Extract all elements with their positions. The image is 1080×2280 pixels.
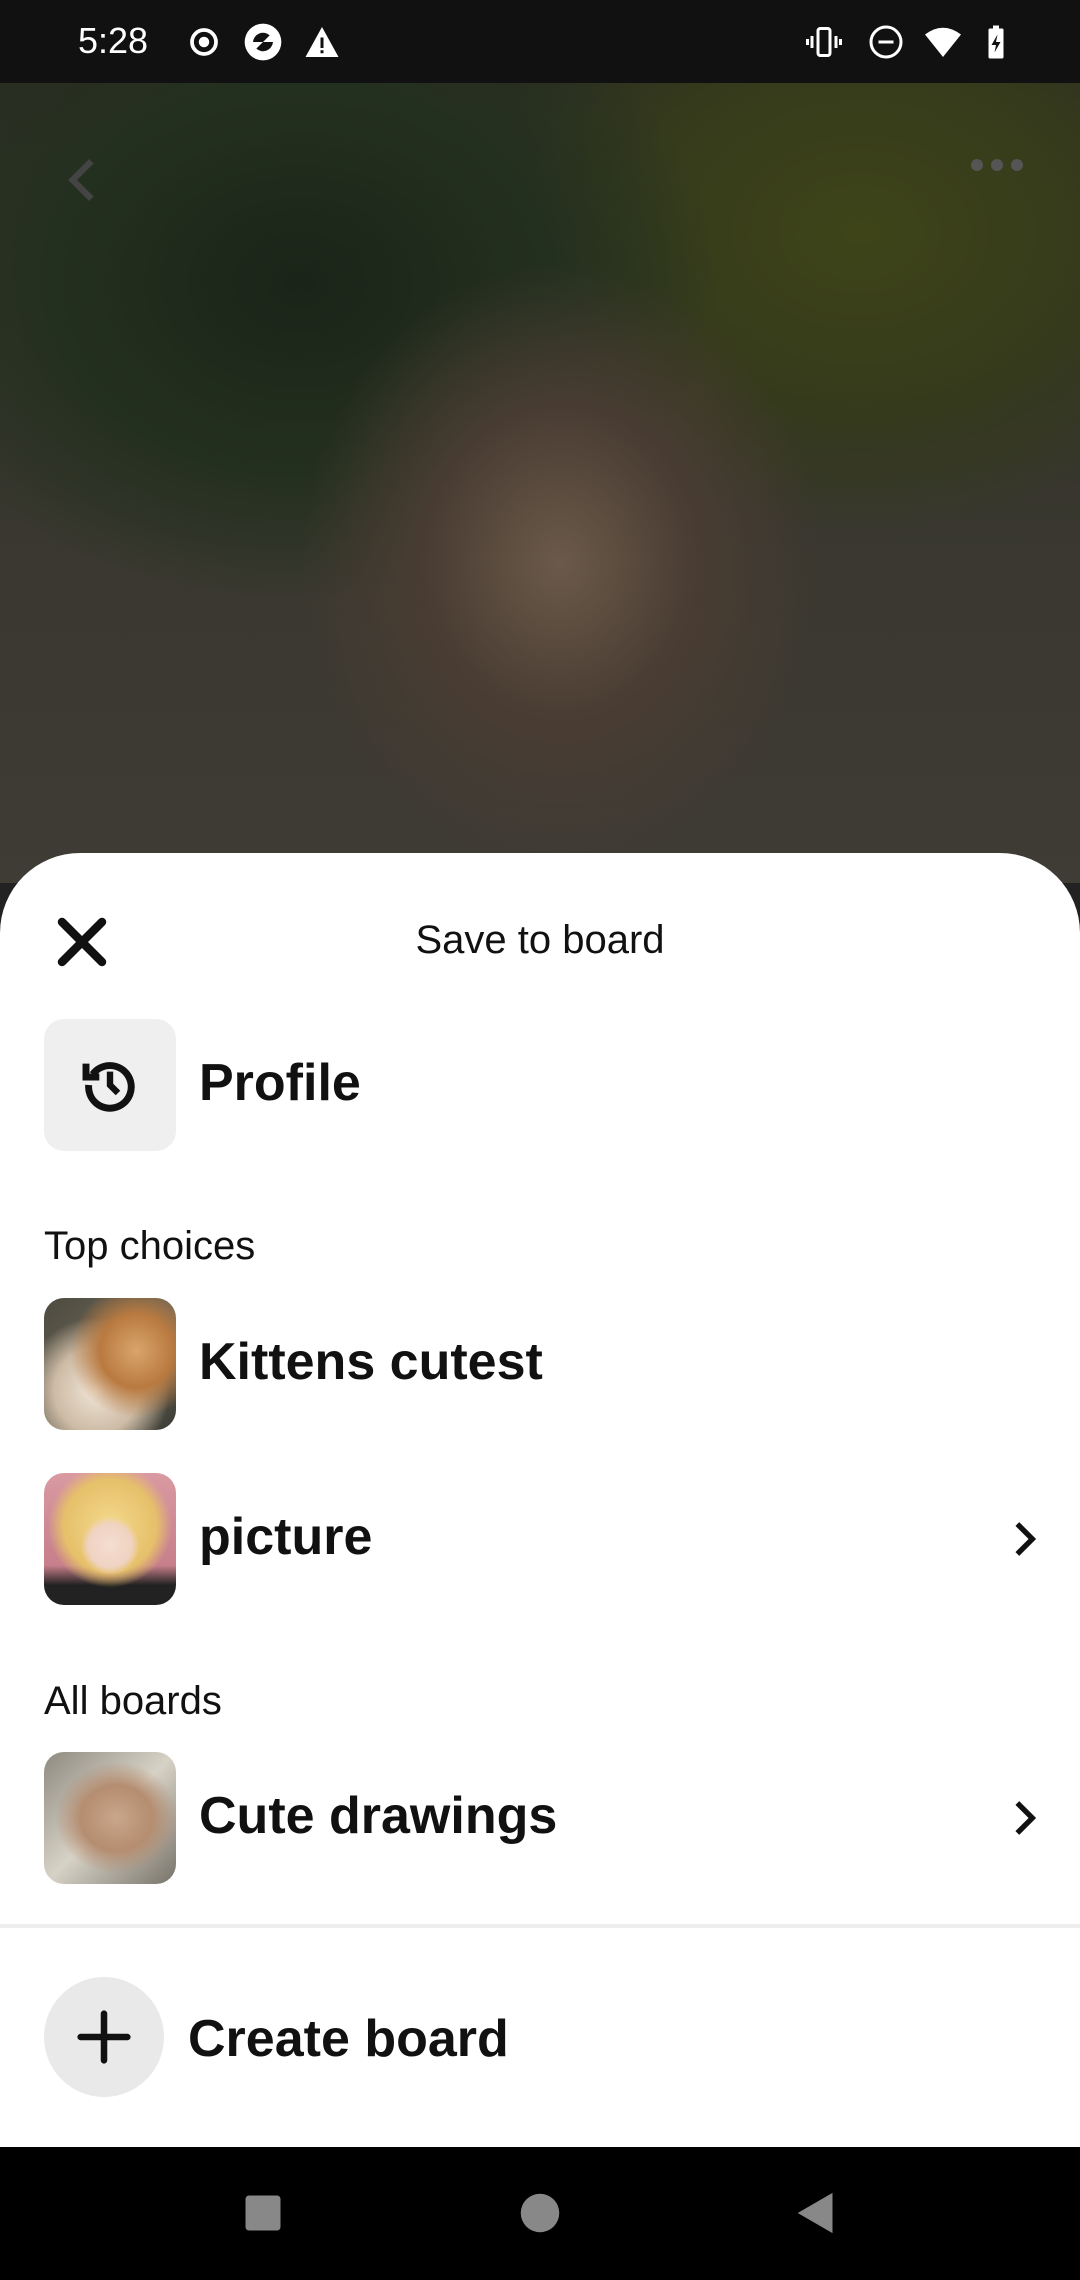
- board-row-kittens-cutest[interactable]: Kittens cutest: [44, 1298, 1044, 1430]
- board-row-picture[interactable]: picture: [44, 1473, 1044, 1605]
- profile-row[interactable]: Profile: [44, 1019, 1044, 1151]
- profile-label: Profile: [199, 1054, 361, 1112]
- plus-icon: [77, 2010, 131, 2064]
- back-arrow-icon: [68, 159, 94, 201]
- chevron-right-icon: [1015, 1522, 1037, 1556]
- history-icon: [82, 1062, 135, 1112]
- all-boards-heading: All boards: [44, 1679, 222, 1723]
- more-options-icon: [971, 159, 1023, 171]
- profile-tile: [44, 1019, 176, 1151]
- board-thumbnail: [44, 1473, 176, 1605]
- top-choices-heading: Top choices: [44, 1224, 256, 1268]
- divider: [0, 1924, 1080, 1928]
- pin-image-dimmed: [0, 83, 1080, 883]
- battery-charging-icon: [988, 25, 1004, 59]
- vibrate-icon: [806, 27, 842, 57]
- do-not-disturb-icon: [869, 25, 903, 59]
- board-thumbnail: [44, 1298, 176, 1430]
- board-row-cute-drawings[interactable]: Cute drawings: [44, 1752, 1044, 1884]
- warning-icon: [305, 27, 339, 57]
- create-board-button[interactable]: Create board: [44, 1977, 644, 2097]
- status-time: 5:28: [78, 20, 149, 61]
- create-board-label: Create board: [188, 2010, 509, 2068]
- sheet-title: Save to board: [415, 918, 665, 962]
- wifi-icon: [925, 27, 961, 57]
- board-label: Kittens cutest: [199, 1333, 543, 1391]
- board-thumbnail: [44, 1752, 176, 1884]
- board-label: picture: [199, 1508, 373, 1566]
- app-icon: [244, 23, 282, 61]
- create-board-circle: [44, 1977, 164, 2097]
- navigation-bar: [0, 2147, 1080, 2280]
- record-icon: [190, 28, 218, 56]
- recents-icon[interactable]: [242, 2192, 284, 2234]
- board-label: Cute drawings: [199, 1787, 558, 1845]
- chevron-right-icon: [1015, 1801, 1037, 1835]
- status-bar: 5:28: [0, 0, 1080, 83]
- back-icon[interactable]: [794, 2190, 838, 2236]
- home-icon[interactable]: [519, 2192, 561, 2234]
